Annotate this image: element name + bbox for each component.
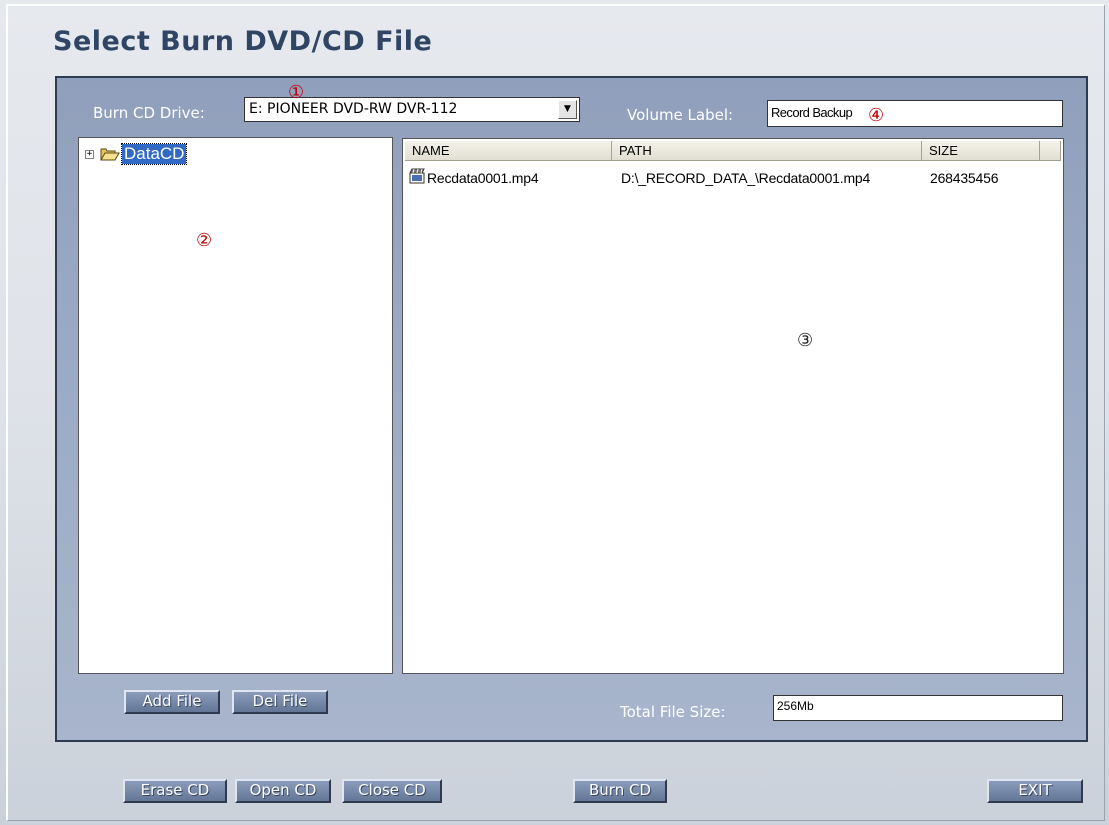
column-header-path[interactable]: PATH — [612, 141, 922, 161]
burn-cd-button[interactable]: Burn CD — [573, 779, 667, 803]
callout-marker-1: ① — [288, 82, 305, 103]
folder-tree-panel[interactable]: + DataCD — [78, 137, 393, 674]
total-size-field: 256Mb — [773, 695, 1063, 721]
volume-label-input[interactable]: Record Backup — [767, 100, 1063, 127]
callout-marker-2: ② — [196, 230, 213, 251]
column-header-name[interactable]: NAME — [405, 141, 612, 161]
total-size-label: Total File Size: — [620, 703, 726, 721]
tree-item-label[interactable]: DataCD — [120, 143, 188, 165]
chevron-down-icon[interactable]: ▼ — [558, 100, 577, 119]
file-list-panel[interactable]: NAME PATH SIZE Recdata0001.mp4 D:\_RECOR… — [402, 138, 1064, 674]
callout-marker-4: ④ — [868, 105, 885, 126]
del-file-button[interactable]: Del File — [232, 690, 328, 714]
volume-label-label: Volume Label: — [627, 106, 734, 124]
total-size-value: 256Mb — [777, 699, 814, 713]
close-cd-button[interactable]: Close CD — [342, 779, 442, 803]
open-folder-icon — [100, 146, 120, 166]
callout-marker-3: ③ — [797, 330, 814, 351]
file-name-cell: Recdata0001.mp4 — [427, 170, 539, 186]
file-path-cell: D:\_RECORD_DATA_\Recdata0001.mp4 — [621, 170, 871, 186]
burn-drive-label: Burn CD Drive: — [93, 104, 205, 122]
video-file-icon — [409, 168, 425, 188]
open-cd-button[interactable]: Open CD — [235, 779, 331, 803]
add-file-button[interactable]: Add File — [124, 690, 220, 714]
dialog-title: Select Burn DVD/CD File — [53, 26, 433, 57]
volume-label-value: Record Backup — [771, 105, 853, 120]
column-header-filler — [1040, 141, 1061, 161]
burn-drive-value: E: PIONEER DVD-RW DVR-112 — [249, 101, 458, 117]
file-size-cell: 268435456 — [930, 170, 999, 186]
expand-icon[interactable]: + — [85, 150, 94, 159]
erase-cd-button[interactable]: Erase CD — [123, 779, 227, 803]
column-header-size[interactable]: SIZE — [922, 141, 1040, 161]
exit-button[interactable]: EXIT — [987, 779, 1083, 803]
